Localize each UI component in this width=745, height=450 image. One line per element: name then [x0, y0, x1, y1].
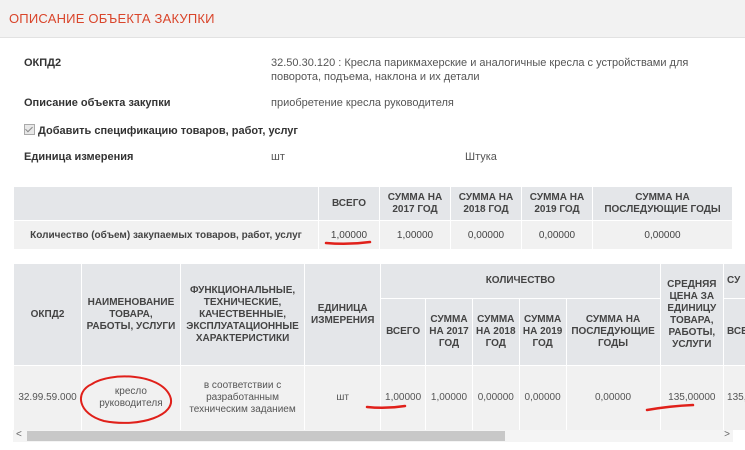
description-value: приобретение кресла руководителя	[271, 97, 454, 109]
spec-q-total: 1,00000	[380, 365, 427, 431]
quantity-table: ВСЕГО СУММА НА 2017 ГОД СУММА НА 2018 ГО…	[13, 186, 733, 250]
quantity-2018: 0,00000	[450, 220, 522, 250]
spec-q-later: 0,00000	[565, 365, 661, 431]
scrollbar-thumb[interactable]	[27, 431, 505, 441]
spec-header-q-2017: СУММА НА 2017 ГОД	[425, 298, 473, 366]
quantity-later: 0,00000	[592, 220, 733, 250]
specification-table: ОКПД2 НАИМЕНОВАНИЕ ТОВАРА, РАБОТЫ, УСЛУГ…	[12, 263, 745, 431]
section-title: ОПИСАНИЕ ОБЪЕКТА ЗАКУПКИ	[9, 11, 215, 26]
quantity-header-total: ВСЕГО	[318, 186, 380, 221]
spec-q-2018: 0,00000	[471, 365, 520, 431]
spec-functional: в соответствии с разработанным техническ…	[179, 365, 306, 431]
quantity-header-2018: СУММА НА 2018 ГОД	[450, 186, 522, 221]
quantity-total: 1,00000	[318, 220, 380, 250]
spec-sum-total: 135,000	[723, 365, 745, 431]
spec-header-q-total: ВСЕГО	[380, 298, 427, 366]
spec-header-okpd2: ОКПД2	[12, 263, 83, 366]
unit-value: шт	[271, 151, 285, 163]
quantity-row-label: Количество (объем) закупаемых товаров, р…	[13, 220, 319, 250]
spec-header-unit: ЕДИНИЦА ИЗМЕРЕНИЯ	[304, 263, 382, 366]
checkbox-icon[interactable]	[24, 124, 35, 135]
unit-full-value: Штука	[465, 151, 497, 163]
quantity-header-2017: СУММА НА 2017 ГОД	[379, 186, 451, 221]
spec-header-avg-price: СРЕДНЯЯ ЦЕНА ЗА ЕДИНИЦУ ТОВАРА, РАБОТЫ, …	[659, 263, 725, 366]
okpd2-label: ОКПД2	[24, 57, 62, 69]
spec-avg-price: 135,00000	[659, 365, 725, 431]
spec-okpd2: 32.99.59.000	[12, 365, 83, 431]
add-specification-checkbox[interactable]: Добавить спецификацию товаров, работ, ус…	[24, 124, 298, 137]
okpd2-value: 32.50.30.120 : Кресла парикмахерские и а…	[271, 57, 689, 83]
table-row: 32.99.59.000 кресло руководителя в соотв…	[12, 365, 745, 431]
quantity-2017: 1,00000	[379, 220, 451, 250]
spec-header-q-later: СУММА НА ПОСЛЕДУЮЩИЕ ГОДЫ	[565, 298, 661, 366]
section-header: ОПИСАНИЕ ОБЪЕКТА ЗАКУПКИ	[0, 0, 745, 38]
spec-header-q-2018: СУММА НА 2018 ГОД	[471, 298, 520, 366]
spec-header-quantity: КОЛИЧЕСТВО	[380, 263, 661, 299]
spec-header-functional: ФУНКЦИОНАЛЬНЫЕ, ТЕХНИЧЕСКИЕ, КАЧЕСТВЕННЫ…	[179, 263, 306, 366]
unit-label: Единица измерения	[24, 151, 134, 163]
spec-header-sum-partial: СУ	[723, 263, 745, 299]
spec-name: кресло руководителя	[81, 365, 181, 431]
quantity-2019: 0,00000	[521, 220, 593, 250]
quantity-header-later: СУММА НА ПОСЛЕДУЮЩИЕ ГОДЫ	[592, 186, 733, 221]
quantity-header-empty	[13, 186, 319, 221]
spec-header-name: НАИМЕНОВАНИЕ ТОВАРА, РАБОТЫ, УСЛУГИ	[81, 263, 181, 366]
spec-q-2017: 1,00000	[425, 365, 473, 431]
horizontal-scrollbar[interactable]: < >	[13, 429, 733, 442]
description-label: Описание объекта закупки	[24, 97, 171, 109]
scroll-left-icon[interactable]: <	[16, 429, 22, 440]
spec-unit: шт	[304, 365, 382, 431]
spec-header-sum-total: ВСЕГ	[723, 298, 745, 366]
quantity-header-2019: СУММА НА 2019 ГОД	[521, 186, 593, 221]
spec-header-q-2019: СУММА НА 2019 ГОД	[518, 298, 567, 366]
spec-q-2019: 0,00000	[518, 365, 567, 431]
scroll-right-icon[interactable]: >	[724, 429, 730, 440]
add-specification-label: Добавить спецификацию товаров, работ, ус…	[38, 125, 298, 137]
